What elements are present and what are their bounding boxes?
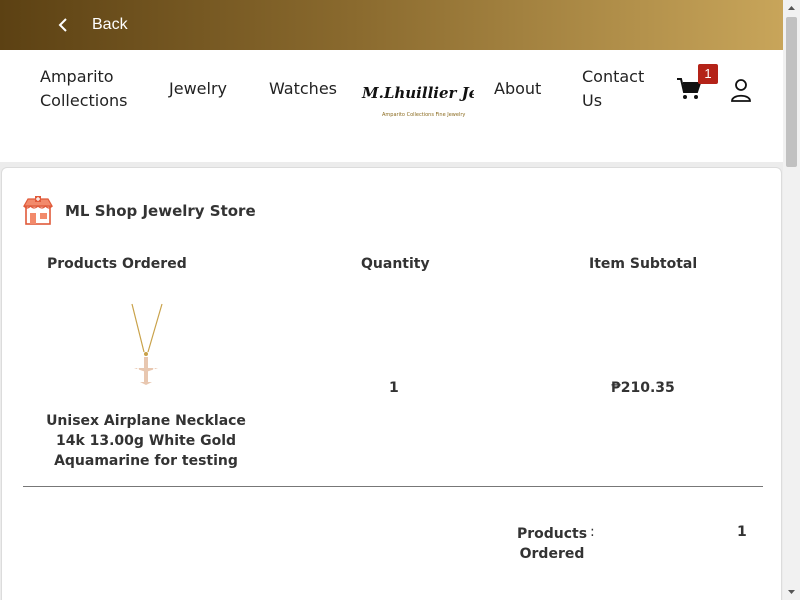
header-item-subtotal: Item Subtotal	[589, 256, 698, 272]
nav-about[interactable]: About	[494, 77, 541, 101]
nav-jewelry[interactable]: Jewelry	[169, 77, 227, 101]
svg-text:M.Lhuillier Jewelers: M.Lhuillier Jewelers	[361, 84, 474, 102]
order-card: ML Shop Jewelry Store Products Ordered Q…	[1, 167, 782, 600]
back-button[interactable]: Back	[56, 16, 128, 34]
store-name: ML Shop Jewelry Store	[65, 202, 256, 220]
cart-count-badge: 1	[698, 64, 718, 84]
main-nav: Amparito Collections Jewelry Watches M.L…	[0, 50, 783, 162]
item-subtotal-value: ₱210.35	[611, 380, 675, 396]
product-name[interactable]: Unisex Airplane Necklace 14k 13.00g Whit…	[30, 411, 262, 471]
summary-products-ordered-value: 1	[737, 524, 747, 540]
summary-colon: :	[590, 524, 595, 540]
nav-amparito-collections[interactable]: Amparito Collections	[40, 65, 140, 113]
nav-contact-us[interactable]: Contact Us	[582, 65, 662, 113]
ml-logo[interactable]: M.Lhuillier Jewelers Amparito Collection…	[360, 72, 474, 122]
scroll-down-icon[interactable]	[783, 583, 800, 600]
chevron-left-icon	[58, 18, 67, 32]
summary-products-ordered-label: Products Ordered	[516, 526, 588, 562]
store-header: ML Shop Jewelry Store	[23, 196, 256, 226]
nav-watches[interactable]: Watches	[269, 77, 337, 101]
product-image	[131, 303, 163, 385]
scroll-up-icon[interactable]	[783, 0, 800, 17]
header-products-ordered: Products Ordered	[47, 256, 187, 272]
svg-text:Amparito Collections Fine Jewe: Amparito Collections Fine Jewelry	[382, 112, 465, 118]
user-icon[interactable]	[730, 78, 752, 102]
scroll-thumb[interactable]	[786, 17, 797, 167]
top-bar: Back	[0, 0, 783, 50]
store-icon	[23, 196, 53, 225]
page-scrollbar[interactable]	[783, 0, 800, 600]
back-label: Back	[92, 16, 128, 33]
quantity-value: 1	[389, 380, 399, 396]
header-quantity: Quantity	[361, 256, 430, 272]
divider	[23, 486, 763, 487]
